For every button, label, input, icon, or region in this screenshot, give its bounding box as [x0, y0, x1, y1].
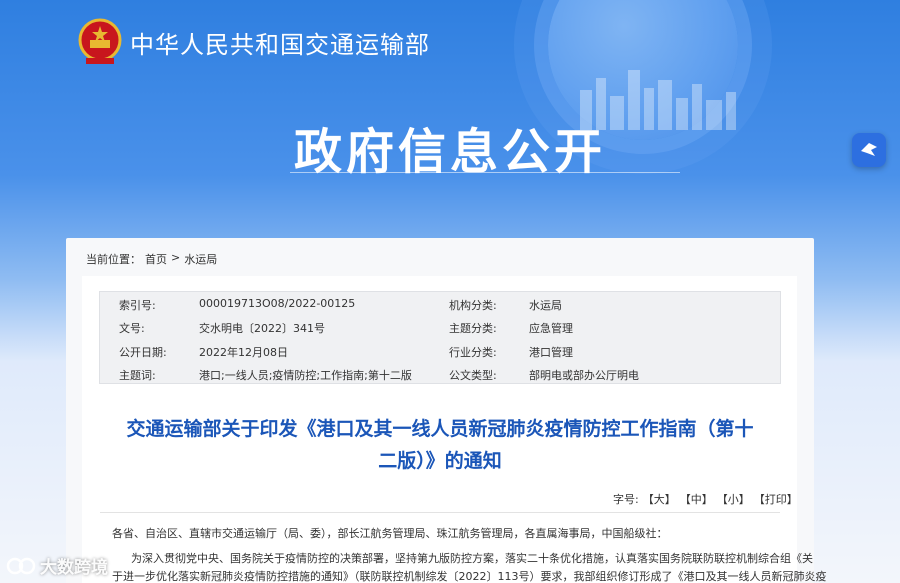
watermark-logo-icon — [6, 557, 36, 574]
bird-icon — [861, 143, 877, 156]
watermark-text: 大数跨境 — [40, 558, 108, 578]
font-size-small-button[interactable]: 【小】 — [717, 491, 750, 507]
info-row-category: 机构分类: 水运局 — [449, 297, 562, 313]
keywords-value: 港口;一线人员;疫情防控;工作指南;第十二版 — [199, 369, 412, 382]
font-size-medium-button[interactable]: 【中】 — [680, 491, 713, 507]
breadcrumb-prefix: 当前位置： — [86, 253, 141, 266]
topic-value: 应急管理 — [529, 322, 573, 335]
industry-value: 港口管理 — [529, 346, 573, 359]
keywords-label: 主题词: — [119, 369, 156, 382]
bird-logo-button[interactable] — [852, 133, 886, 167]
content-divider — [100, 512, 780, 513]
industry-label: 行业分类: — [449, 346, 497, 359]
page-title: 政府信息公开 — [293, 124, 606, 180]
doc-no-label: 文号: — [119, 322, 145, 335]
document-title: 交通运输部关于印发《港口及其一线人员新冠肺炎疫情防控工作指南（第十 二版）》的通… — [100, 413, 780, 477]
document-title-line-2: 二版）》的通知 — [378, 450, 502, 472]
breadcrumb-home-link[interactable]: 首页 — [145, 251, 167, 267]
font-size-label: 字号: — [613, 493, 639, 506]
print-button[interactable]: 【打印】 — [754, 491, 798, 507]
doc-type-value: 部明电或部办公厅明电 — [529, 369, 639, 382]
info-row-doc-type: 公文类型: 部明电或部办公厅明电 — [449, 367, 639, 383]
breadcrumb-separator: > — [171, 251, 181, 264]
info-row-date: 公开日期: 2022年12月08日 — [119, 344, 288, 360]
breadcrumb-current-link[interactable]: 水运局 — [184, 251, 217, 267]
body-line-1: 为深入贯彻党中央、国务院关于疫情防控的决策部署，坚持第九版防控方案，落实二十条优… — [131, 552, 813, 565]
topic-label: 主题分类: — [449, 322, 497, 335]
recipients-text: 各省、自治区、直辖市交通运输厅（局、委），部长江航务管理局、珠江航务管理局，各直… — [112, 527, 668, 540]
index-value: 000019713O08/2022-00125 — [199, 297, 356, 310]
ministry-name[interactable]: 中华人民共和国交通运输部 — [130, 25, 430, 60]
date-label: 公开日期: — [119, 346, 167, 359]
category-value: 水运局 — [529, 299, 562, 312]
info-row-topic: 主题分类: 应急管理 — [449, 320, 573, 336]
body-line-2: 于进一步优化落实新冠肺炎疫情防控措施的通知》（联防联控机制综发〔2022〕113… — [112, 570, 827, 583]
info-row-doc-no: 文号: 交水明电〔2022〕341号 — [119, 320, 325, 336]
font-size-large-button[interactable]: 【大】 — [643, 491, 676, 507]
doc-no-value: 交水明电〔2022〕341号 — [199, 322, 325, 335]
national-emblem-icon[interactable] — [78, 18, 122, 66]
font-size-controls: 字号: 【大】 【中】 【小】 【打印】 — [613, 491, 798, 507]
document-title-line-1: 交通运输部关于印发《港口及其一线人员新冠肺炎疫情防控工作指南（第十 — [126, 418, 754, 440]
info-row-index: 索引号: 000019713O08/2022-00125 — [119, 297, 355, 313]
category-label: 机构分类: — [449, 299, 497, 312]
breadcrumb: 当前位置： 首页 > 水运局 — [86, 251, 217, 267]
watermark: 大数跨境 — [6, 553, 108, 578]
index-label: 索引号: — [119, 299, 156, 312]
info-row-keywords: 主题词: 港口;一线人员;疫情防控;工作指南;第十二版 — [119, 367, 412, 383]
date-value: 2022年12月08日 — [199, 346, 288, 359]
doc-type-label: 公文类型: — [449, 369, 497, 382]
info-row-industry: 行业分类: 港口管理 — [449, 344, 573, 360]
site-header: 中华人民共和国交通运输部 — [78, 16, 430, 68]
